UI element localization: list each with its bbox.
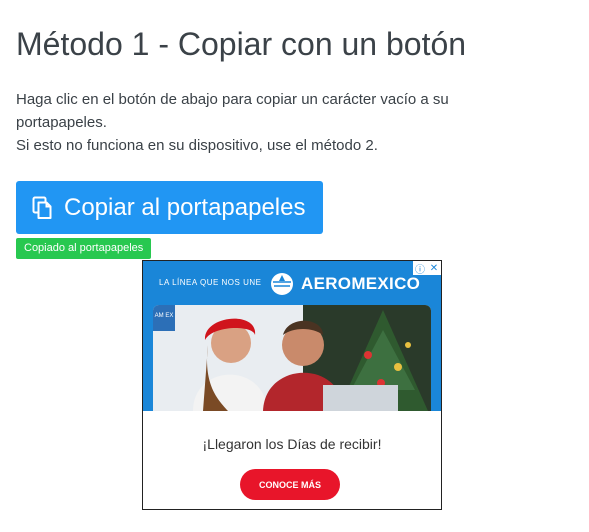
ad-brand: AEROMEXICO bbox=[301, 274, 421, 293]
close-icon[interactable]: ✕ bbox=[427, 261, 441, 275]
copied-notification: Copiado al portapapeles bbox=[16, 238, 152, 259]
ad-controls: ⓘ ✕ bbox=[413, 261, 441, 276]
instructions-line-1: Haga clic en el botón de abajo para copi… bbox=[16, 91, 449, 108]
couple-holiday-image: AM EX bbox=[153, 305, 431, 411]
ad-tagline: LA LÍNEA QUE NOS UNE bbox=[159, 278, 262, 287]
instructions-line-3: Si esto no funciona en su dispositivo, u… bbox=[16, 137, 378, 154]
adchoices-icon[interactable]: ⓘ bbox=[413, 261, 427, 276]
copy-icon bbox=[32, 196, 52, 219]
ad-banner: LA LÍNEA QUE NOS UNE AEROMEXICO ⓘ ✕ AM E… bbox=[143, 261, 441, 411]
advertisement[interactable]: LA LÍNEA QUE NOS UNE AEROMEXICO ⓘ ✕ AM E… bbox=[142, 260, 442, 510]
copy-to-clipboard-button[interactable]: Copiar al portapapeles bbox=[16, 181, 323, 234]
copy-button-label: Copiar al portapapeles bbox=[64, 193, 306, 221]
amex-card-mark: AM EX bbox=[155, 313, 174, 319]
aeromexico-logo-icon bbox=[271, 273, 293, 295]
ad-cta-button[interactable]: CONOCE MÁS bbox=[240, 469, 340, 500]
instructions-line-2: portapapeles. bbox=[16, 114, 107, 131]
ad-photo: AM EX bbox=[153, 305, 431, 411]
instructions: Haga clic en el botón de abajo para copi… bbox=[16, 88, 556, 157]
ad-headline: ¡Llegaron los Días de recibir! bbox=[202, 436, 382, 452]
page-title: Método 1 - Copiar con un botón bbox=[16, 26, 467, 62]
